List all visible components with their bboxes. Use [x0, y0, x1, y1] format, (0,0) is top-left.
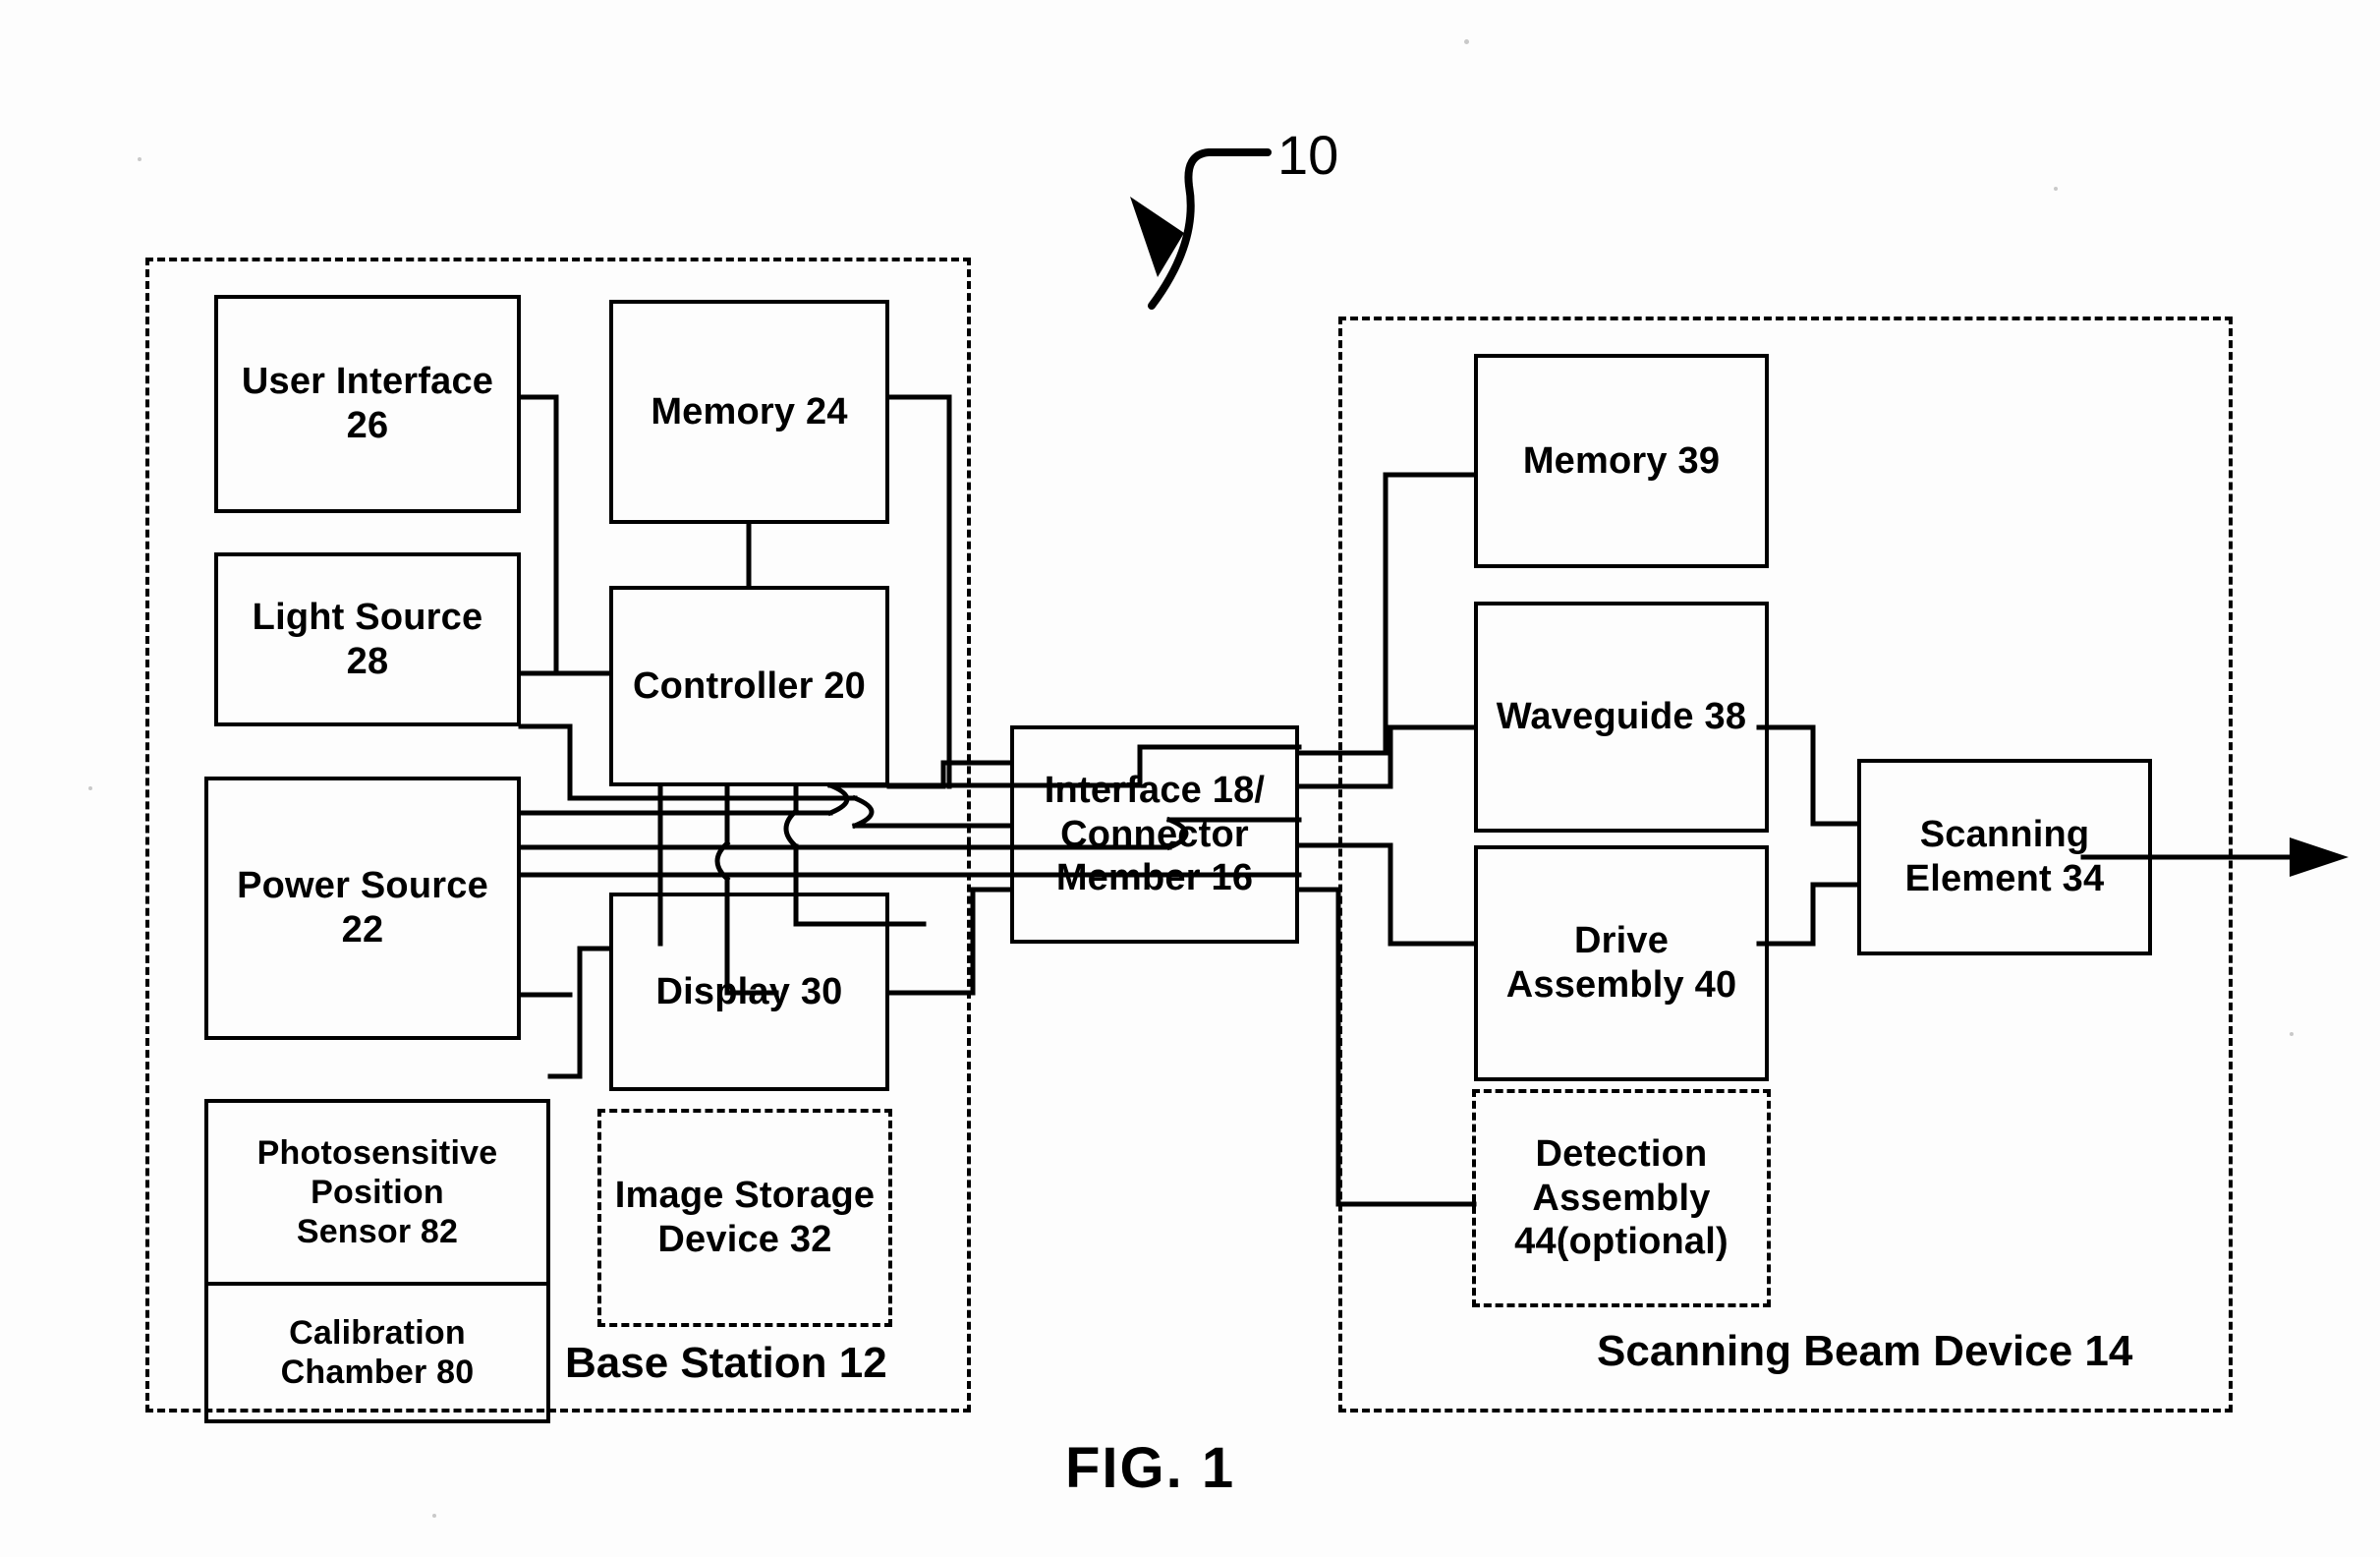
block-memory-39-label: Memory 39: [1522, 439, 1721, 482]
block-interface-connector-member[interactable]: Interface 18/ Connector Member 16: [1010, 725, 1299, 944]
paper-speck: [432, 1514, 436, 1518]
block-calibration-chamber-label: Calibration Chamber 80: [280, 1313, 475, 1391]
paper-speck: [1464, 39, 1469, 44]
block-memory-39[interactable]: Memory 39: [1474, 354, 1769, 568]
paper-speck: [138, 157, 142, 161]
block-memory-24-label: Memory 24: [651, 390, 848, 432]
block-photosensitive-position-sensor[interactable]: Photosensitive Position Sensor 82: [204, 1099, 550, 1286]
paper-speck: [2054, 187, 2058, 191]
scanning-beam-device-group-label: Scanning Beam Device 14: [1597, 1327, 2133, 1375]
block-user-interface-label: User Interface 26: [241, 361, 494, 446]
block-calibration-chamber[interactable]: Calibration Chamber 80: [204, 1282, 550, 1423]
block-display-30[interactable]: Display 30: [609, 893, 889, 1091]
block-user-interface[interactable]: User Interface 26: [214, 295, 521, 513]
block-controller-20[interactable]: Controller 20: [609, 586, 889, 786]
block-power-source[interactable]: Power Source 22: [204, 777, 521, 1040]
block-drive-assembly-40[interactable]: Drive Assembly 40: [1474, 845, 1769, 1081]
block-memory-24[interactable]: Memory 24: [609, 300, 889, 524]
block-light-source-label: Light Source 28: [252, 596, 483, 682]
reference-numeral-10: 10: [1277, 124, 1339, 186]
block-light-source[interactable]: Light Source 28: [214, 552, 521, 726]
block-image-storage-device-label: Image Storage Device 32: [614, 1175, 876, 1260]
block-photosensitive-position-sensor-label: Photosensitive Position Sensor 82: [256, 1133, 498, 1251]
block-interface-connector-member-label: Interface 18/ Connector Member 16: [1044, 769, 1266, 899]
block-drive-assembly-40-label: Drive Assembly 40: [1505, 920, 1737, 1006]
block-controller-20-label: Controller 20: [633, 664, 866, 707]
block-detection-assembly-44-label: Detection Assembly 44(optional): [1514, 1132, 1728, 1263]
base-station-group-label: Base Station 12: [565, 1339, 887, 1387]
block-detection-assembly-44[interactable]: Detection Assembly 44(optional): [1472, 1089, 1771, 1307]
paper-speck: [88, 786, 92, 790]
output-arrowhead: [2290, 837, 2349, 877]
block-scanning-element-34[interactable]: Scanning Element 34: [1857, 759, 2152, 955]
block-scanning-element-34-label: Scanning Element 34: [1904, 814, 2105, 899]
paper-speck: [2290, 1032, 2294, 1036]
block-display-30-label: Display 30: [655, 970, 843, 1012]
block-image-storage-device[interactable]: Image Storage Device 32: [597, 1109, 892, 1327]
patent-figure-page: User Interface 26 Light Source 28 Power …: [0, 0, 2380, 1557]
block-waveguide-38[interactable]: Waveguide 38: [1474, 602, 1769, 833]
block-waveguide-38-label: Waveguide 38: [1496, 696, 1747, 738]
figure-caption: FIG. 1: [1065, 1436, 1236, 1500]
block-power-source-label: Power Source 22: [237, 865, 488, 951]
